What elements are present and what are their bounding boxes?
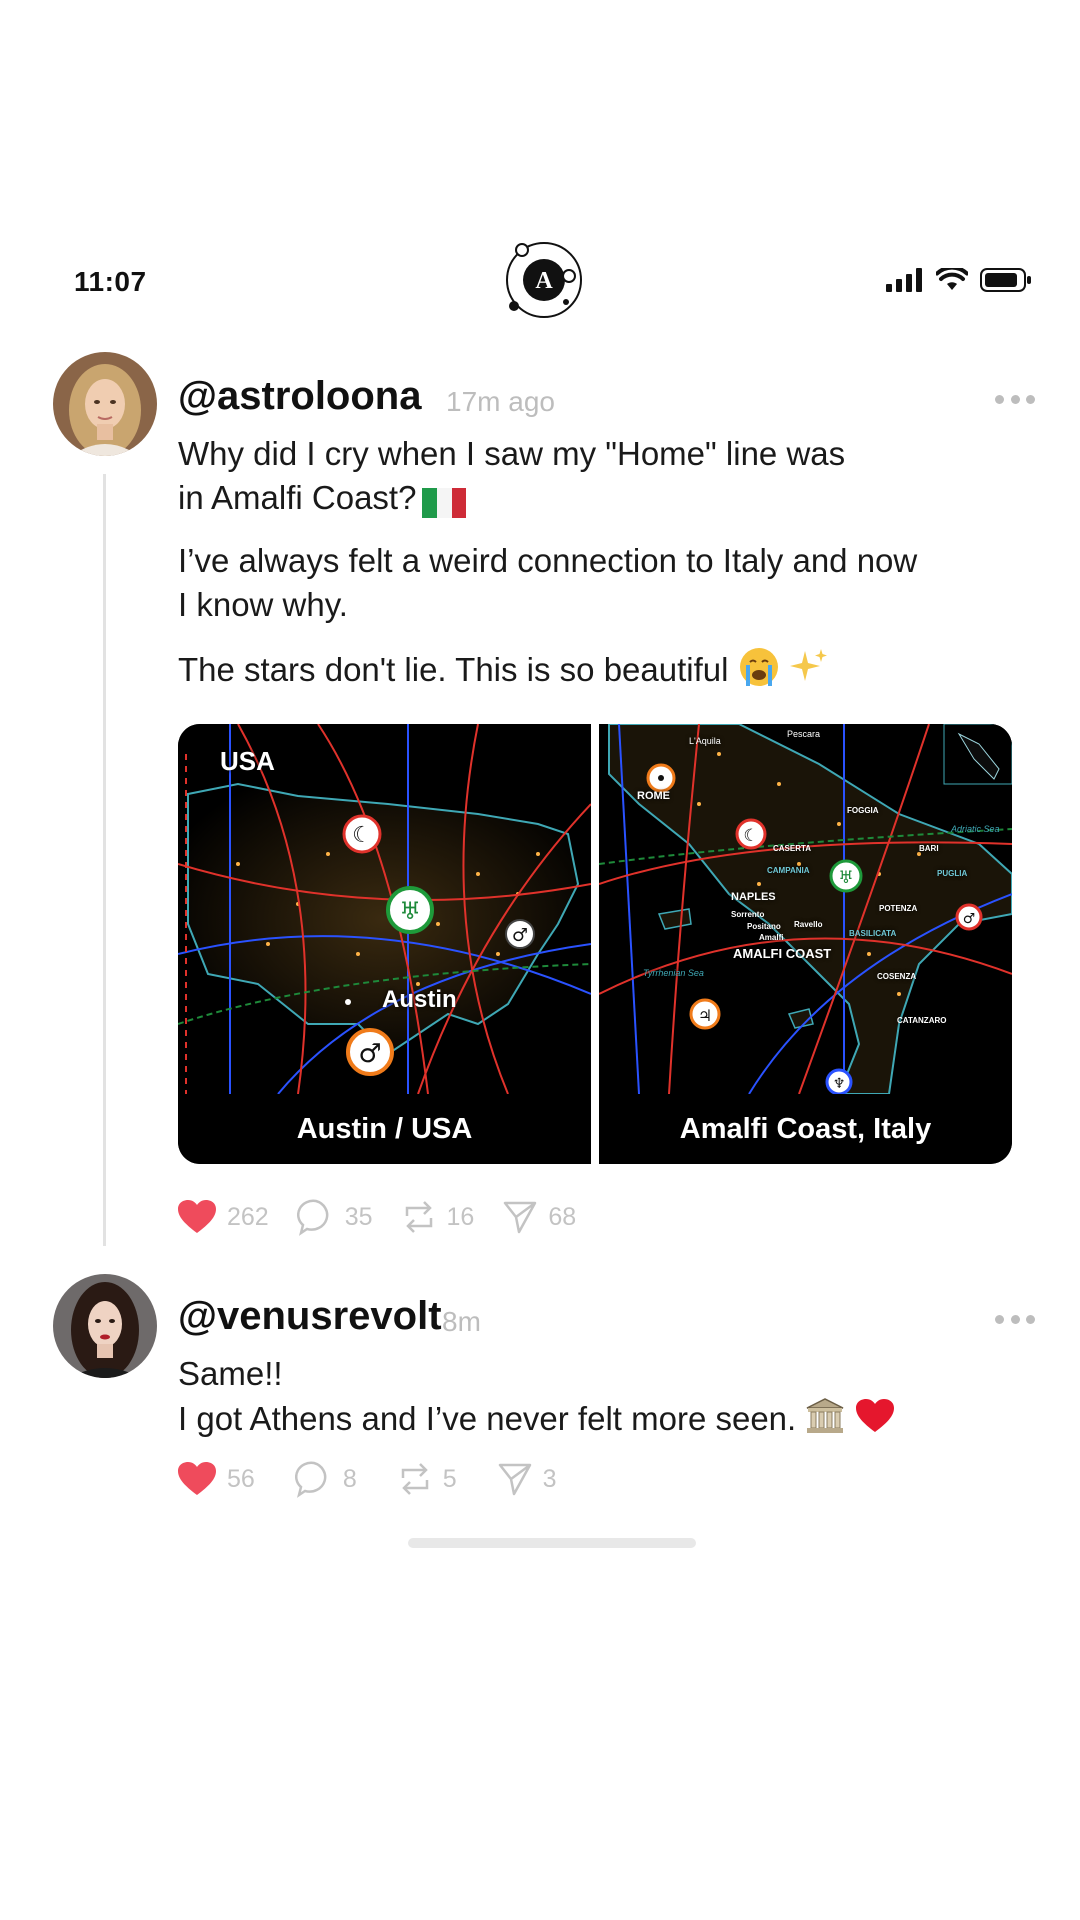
avatar-astroloona[interactable]: [53, 352, 157, 456]
reply-username[interactable]: @venusrevolt: [178, 1294, 442, 1339]
more-options-button[interactable]: [995, 1312, 1035, 1326]
reply-line: I got Athens and I’ve never felt more se…: [178, 1396, 998, 1447]
map-label-puglia: PUGLIA: [937, 869, 968, 878]
share-count: 68: [548, 1202, 577, 1231]
classical-building-icon: [805, 1396, 845, 1447]
avatar-venusrevolt[interactable]: [53, 1274, 157, 1378]
share-button[interactable]: 68: [502, 1199, 576, 1235]
reply-actions: 56 8 5 3: [177, 1460, 585, 1498]
map-label-pescara: Pescara: [787, 729, 821, 739]
map-image-usa[interactable]: ☾ ♅ ♂ ♂ USA Austin Austin / USA: [178, 724, 591, 1164]
map-label-catanzaro: CATANZARO: [897, 1016, 947, 1025]
svg-text:☾: ☾: [352, 823, 372, 848]
map-label-amalfi: AMALFI COAST: [733, 946, 832, 961]
map-image-italy[interactable]: ☾ ♅ ♂ ♃ ♆ ROME NAPLES AMALFI COAST Pesca…: [599, 724, 1012, 1164]
like-count: 56: [227, 1464, 255, 1493]
map-label-ravello: Ravello: [794, 920, 823, 929]
repost-count: 16: [446, 1202, 475, 1231]
wifi-icon: [936, 268, 968, 290]
post-line: I’ve always felt a weird connection to I…: [178, 542, 918, 579]
map-label-campania: CAMPANIA: [767, 866, 810, 875]
svg-text:♂: ♂: [358, 1039, 381, 1069]
map-label-city: Austin: [382, 986, 457, 1013]
comment-count: 35: [344, 1202, 373, 1231]
app-logo[interactable]: A: [502, 238, 586, 322]
status-bar: 11:07 A: [0, 0, 1080, 330]
post-time: 17m ago: [446, 386, 555, 417]
repost-button[interactable]: 16: [401, 1198, 475, 1236]
map-caption: Amalfi Coast, Italy: [599, 1094, 1012, 1164]
send-icon: [504, 1201, 537, 1234]
heart-icon: [178, 1200, 216, 1233]
svg-text:♅: ♅: [838, 868, 853, 888]
map-caption: Austin / USA: [178, 1094, 591, 1164]
svg-text:♆: ♆: [833, 1076, 846, 1092]
status-time: 11:07: [74, 266, 147, 297]
map-label-naples: NAPLES: [731, 891, 776, 903]
post-username[interactable]: @astroloona: [178, 374, 421, 419]
comment-count: 8: [342, 1464, 357, 1493]
map-label-bari: BARI: [919, 844, 939, 853]
svg-text:♂: ♂: [512, 925, 528, 946]
map-label-adriatic-sea: Adriatic Sea: [951, 824, 1000, 834]
map-label-positano: Positano: [747, 922, 781, 931]
post-line: The stars don't lie. This is so beautifu…: [178, 646, 998, 699]
more-options-button[interactable]: [995, 392, 1035, 406]
post-body: Why did I cry when I saw my "Home" line …: [178, 432, 998, 699]
reply-time: 8m: [442, 1306, 481, 1337]
map-label-foggia: FOGGIA: [847, 806, 879, 815]
like-count: 262: [227, 1202, 269, 1231]
red-heart-icon: [855, 1398, 895, 1445]
map-label-tyrrhenian-sea: Tyrrhenian Sea: [643, 968, 704, 978]
map-label-potenza: POTENZA: [879, 904, 918, 913]
map-label-basilicata: BASILICATA: [849, 929, 897, 938]
svg-text:A: A: [535, 268, 553, 294]
cellular-signal-icon: [886, 268, 922, 292]
map-label-caserta: CASERTA: [773, 844, 812, 853]
comment-icon: [294, 1461, 327, 1498]
home-indicator[interactable]: [408, 1538, 696, 1548]
map-label-sorrento: Sorrento: [731, 910, 765, 919]
post-line: in Amalfi Coast?: [178, 476, 998, 520]
svg-text:♅: ♅: [399, 897, 421, 925]
send-icon: [498, 1463, 531, 1496]
map-label-amalfi-town: Amalfi: [759, 933, 784, 942]
repost-icon: [405, 1201, 432, 1233]
map-label-cosenza: COSENZA: [877, 972, 917, 981]
reply-line: Same!!: [178, 1355, 283, 1392]
repost-icon: [401, 1463, 428, 1495]
comment-icon: [296, 1199, 329, 1236]
svg-text:☾: ☾: [743, 826, 758, 846]
sparkles-icon: [789, 647, 829, 698]
repost-count: 5: [442, 1464, 457, 1493]
map-label-laquila: L'Aquila: [689, 736, 721, 746]
like-button[interactable]: 262: [177, 1199, 269, 1235]
crying-face-icon: [738, 646, 780, 699]
italy-flag-icon: [422, 485, 467, 519]
post-line: I know why.: [178, 586, 348, 623]
comment-button[interactable]: 35: [296, 1198, 373, 1236]
status-icons: [886, 268, 1032, 292]
reply-body: Same!! I got Athens and I’ve never felt …: [178, 1352, 998, 1447]
heart-icon: [178, 1462, 216, 1495]
battery-icon: [980, 268, 1031, 292]
post-actions: 262 35 16 68: [177, 1198, 604, 1236]
repost-button[interactable]: 5: [397, 1460, 457, 1498]
thread-line: [103, 474, 106, 1246]
post-line: Why did I cry when I saw my "Home" line …: [178, 435, 846, 472]
map-label-rome: ROME: [637, 790, 670, 802]
svg-text:♃: ♃: [698, 1006, 712, 1025]
svg-text:♂: ♂: [963, 911, 976, 927]
share-count: 3: [542, 1464, 557, 1493]
share-button[interactable]: 3: [497, 1461, 557, 1497]
like-button[interactable]: 56: [177, 1461, 255, 1497]
comment-button[interactable]: 8: [294, 1460, 357, 1498]
post-media[interactable]: ☾ ♅ ♂ ♂ USA Austin Austin / USA ☾ ♅ ♂ ♃ …: [178, 724, 1012, 1164]
map-label-country: USA: [220, 746, 275, 776]
